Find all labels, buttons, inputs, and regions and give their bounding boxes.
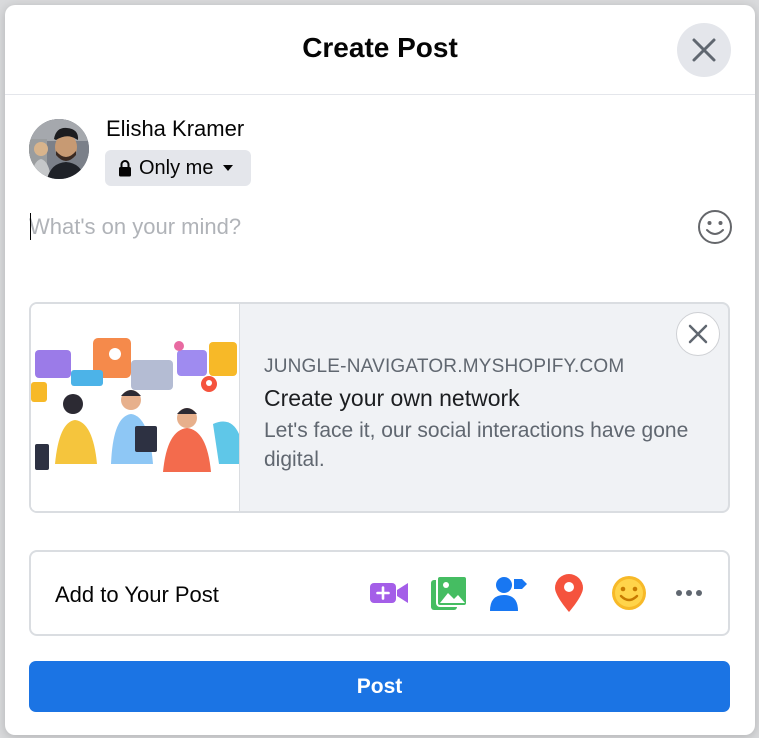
location-pin-icon <box>555 574 583 612</box>
dialog-title: Create Post <box>302 32 458 63</box>
smiley-icon <box>698 210 732 244</box>
link-thumbnail <box>31 304 240 511</box>
tag-person-icon <box>490 577 527 611</box>
remove-link-preview-button[interactable] <box>676 312 720 356</box>
link-title: Create your own network <box>264 385 520 411</box>
post-text-input[interactable] <box>29 205 669 249</box>
text-cursor <box>30 213 31 240</box>
photo-video-button[interactable] <box>429 573 469 613</box>
user-name[interactable]: Elisha Kramer <box>106 116 244 142</box>
photo-gallery-icon <box>431 576 467 610</box>
feeling-activity-button[interactable] <box>609 573 649 613</box>
audience-selector-button[interactable]: Only me <box>105 150 251 186</box>
audience-label: Only me <box>139 156 214 179</box>
lock-icon <box>119 160 131 177</box>
more-options-button[interactable] <box>669 573 709 613</box>
dialog-header: Create Post <box>5 5 755 95</box>
post-button[interactable]: Post <box>29 661 730 712</box>
create-post-dialog: Create Post Elisha Kramer Only me What's… <box>5 5 755 735</box>
caret-down-icon <box>223 165 234 171</box>
smiley-icon <box>612 576 646 610</box>
add-to-post-bar: Add to Your Post <box>29 550 730 636</box>
link-description: Let's face it, our social interactions h… <box>264 419 689 471</box>
people-with-chat-bubbles-illustration <box>31 304 239 511</box>
tag-people-button[interactable] <box>489 573 529 613</box>
emoji-picker-button[interactable] <box>697 209 733 245</box>
add-to-post-label: Add to Your Post <box>55 582 219 607</box>
check-in-button[interactable] <box>549 573 589 613</box>
link-preview-card[interactable]: JUNGLE-NAVIGATOR.MYSHOPIFY.COM Create yo… <box>29 302 730 513</box>
video-camera-plus-icon <box>370 583 408 603</box>
link-domain: JUNGLE-NAVIGATOR.MYSHOPIFY.COM <box>264 356 625 377</box>
close-dialog-button[interactable] <box>677 23 731 77</box>
close-icon <box>692 38 716 62</box>
profile-photo <box>29 119 89 179</box>
live-video-button[interactable] <box>369 573 409 613</box>
avatar[interactable] <box>29 119 89 179</box>
more-dots-icon <box>676 590 702 596</box>
close-icon <box>688 324 708 344</box>
